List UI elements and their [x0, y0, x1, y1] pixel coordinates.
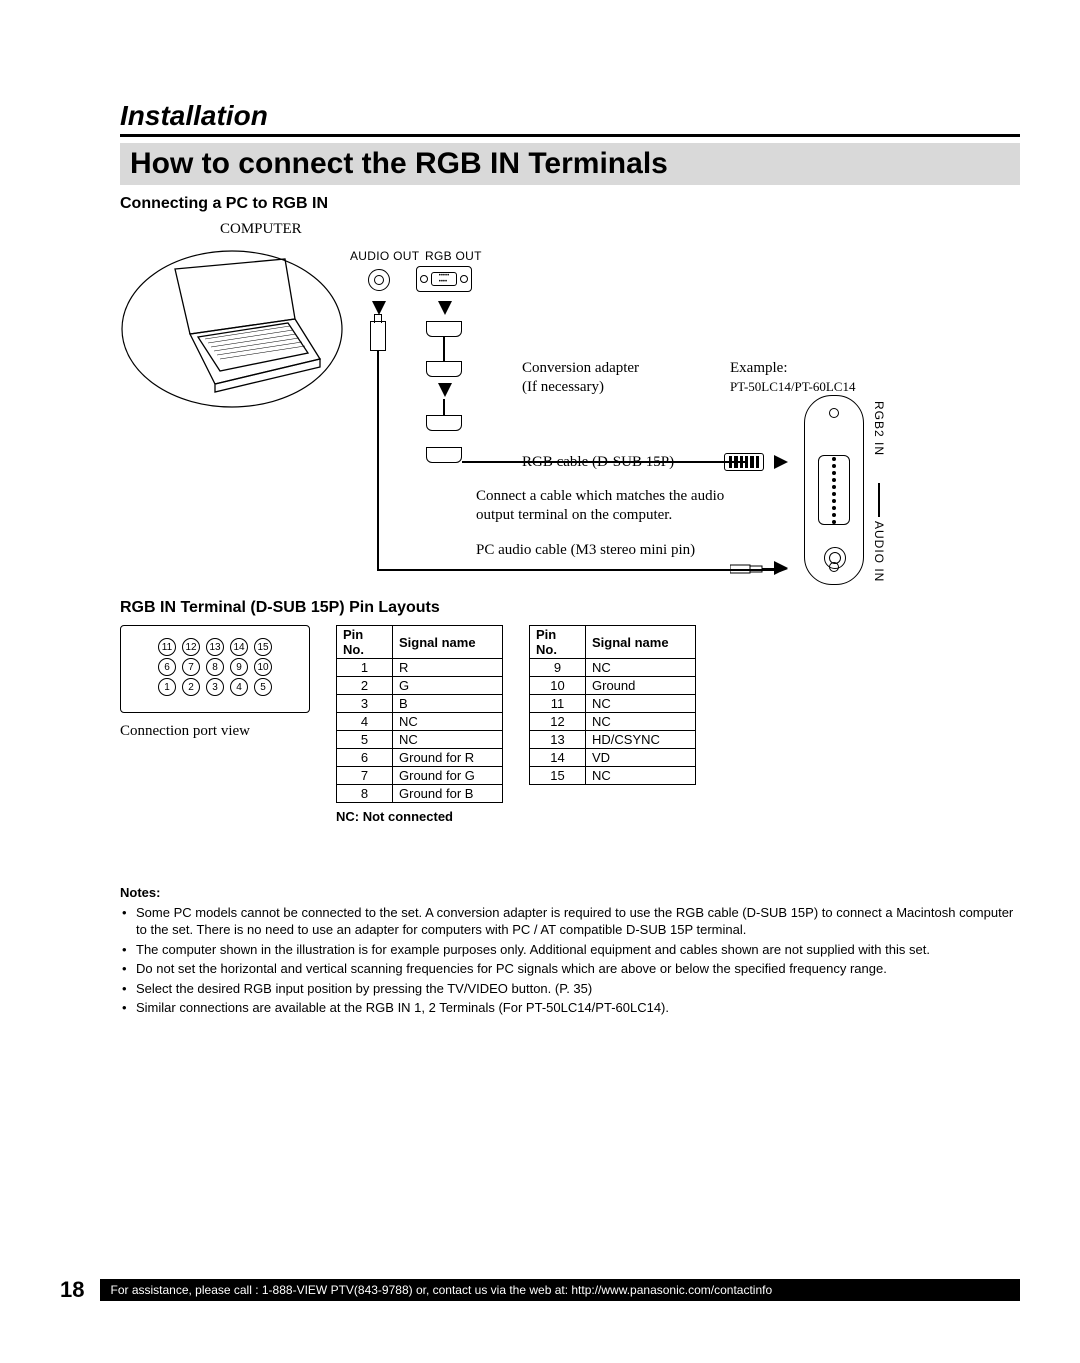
arrow-down-icon [372, 301, 386, 315]
connector-icon [426, 321, 462, 337]
note-item: Similar connections are available at the… [136, 999, 1020, 1017]
cable-line [377, 569, 775, 571]
pin-table-right: Pin No. Signal name 9NC 10Ground 11NC 12… [529, 625, 696, 785]
connector-icon [426, 447, 462, 463]
th-pin-no: Pin No. [530, 626, 586, 659]
screw-icon [829, 408, 839, 418]
laptop-illustration [120, 239, 345, 419]
pin-row-bot: 1 2 3 4 5 [133, 678, 297, 696]
label-audio-out: AUDIO OUT [350, 249, 419, 263]
notes-section: Notes: Some PC models cannot be connecte… [120, 884, 1020, 1017]
note-item: Do not set the horizontal and vertical s… [136, 960, 1020, 978]
label-computer: COMPUTER [220, 221, 302, 238]
connection-diagram: COMPUTER AUDIO OUT RGB OUT ••••••••• [120, 221, 1020, 591]
arrow-down-icon [438, 383, 452, 397]
label-audio-in: AUDIO IN [872, 521, 886, 582]
dsub-connector-icon [724, 453, 764, 471]
cable-line [377, 351, 379, 571]
subhead-pin-layouts: RGB IN Terminal (D-SUB 15P) Pin Layouts [120, 599, 1020, 617]
arrow-right-icon [774, 561, 788, 575]
caption-example: Example: [730, 359, 787, 378]
separator-line [878, 483, 880, 517]
pin-table-left: Pin No. Signal name 1R 2G 3B 4NC 5NC 6Gr… [336, 625, 503, 803]
th-signal: Signal name [393, 626, 503, 659]
dsub-port-icon: ••••••••• [416, 266, 472, 292]
arrow-right-icon [774, 455, 788, 469]
subhead-connecting: Connecting a PC to RGB IN [120, 195, 1020, 213]
caption-example-models: PT-50LC14/PT-60LC14 [730, 379, 855, 395]
section-heading: Installation [120, 100, 1020, 137]
label-rgb2-in: RGB2 IN [872, 401, 886, 456]
th-signal: Signal name [586, 626, 696, 659]
notes-title: Notes: [120, 884, 1020, 902]
caption-pc-audio-cable: PC audio cable (M3 stereo mini pin) [476, 541, 695, 560]
footer-assistance-bar: For assistance, please call : 1-888-VIEW… [100, 1279, 1020, 1301]
nc-note: NC: Not connected [336, 809, 503, 824]
cable-line [443, 337, 445, 361]
pin-row-mid: 6 7 8 9 10 [133, 658, 297, 676]
connector-diagram: 11 12 13 14 15 6 7 8 9 10 1 2 3 4 5 Conn… [120, 625, 310, 740]
th-pin-no: Pin No. [337, 626, 393, 659]
connector-icon [426, 361, 462, 377]
audio-jack-icon [368, 269, 390, 291]
title-box: How to connect the RGB IN Terminals [120, 143, 1020, 185]
connector-icon [426, 415, 462, 431]
cable-line [443, 399, 445, 415]
page-footer: 18 For assistance, please call : 1-888-V… [60, 1277, 1020, 1303]
page-number: 18 [60, 1277, 84, 1303]
audio-plug-icon [370, 321, 386, 351]
pin-row-top: 11 12 13 14 15 [133, 638, 297, 656]
note-item: Some PC models cannot be connected to th… [136, 904, 1020, 939]
audio-in-jack-icon [824, 547, 846, 569]
note-item: The computer shown in the illustration i… [136, 941, 1020, 959]
caption-connect-audio: Connect a cable which matches the audio … [476, 487, 766, 525]
page-title: How to connect the RGB IN Terminals [130, 147, 1010, 181]
connector-caption: Connection port view [120, 723, 310, 740]
arrow-down-icon [438, 301, 452, 315]
caption-conversion-adapter: Conversion adapter (If necessary) [522, 359, 639, 397]
note-item: Select the desired RGB input position by… [136, 980, 1020, 998]
dsub-socket-icon [818, 455, 850, 525]
caption-rgb-cable: RGB cable (D-SUB 15P) [522, 453, 674, 472]
label-rgb-out: RGB OUT [425, 249, 482, 263]
